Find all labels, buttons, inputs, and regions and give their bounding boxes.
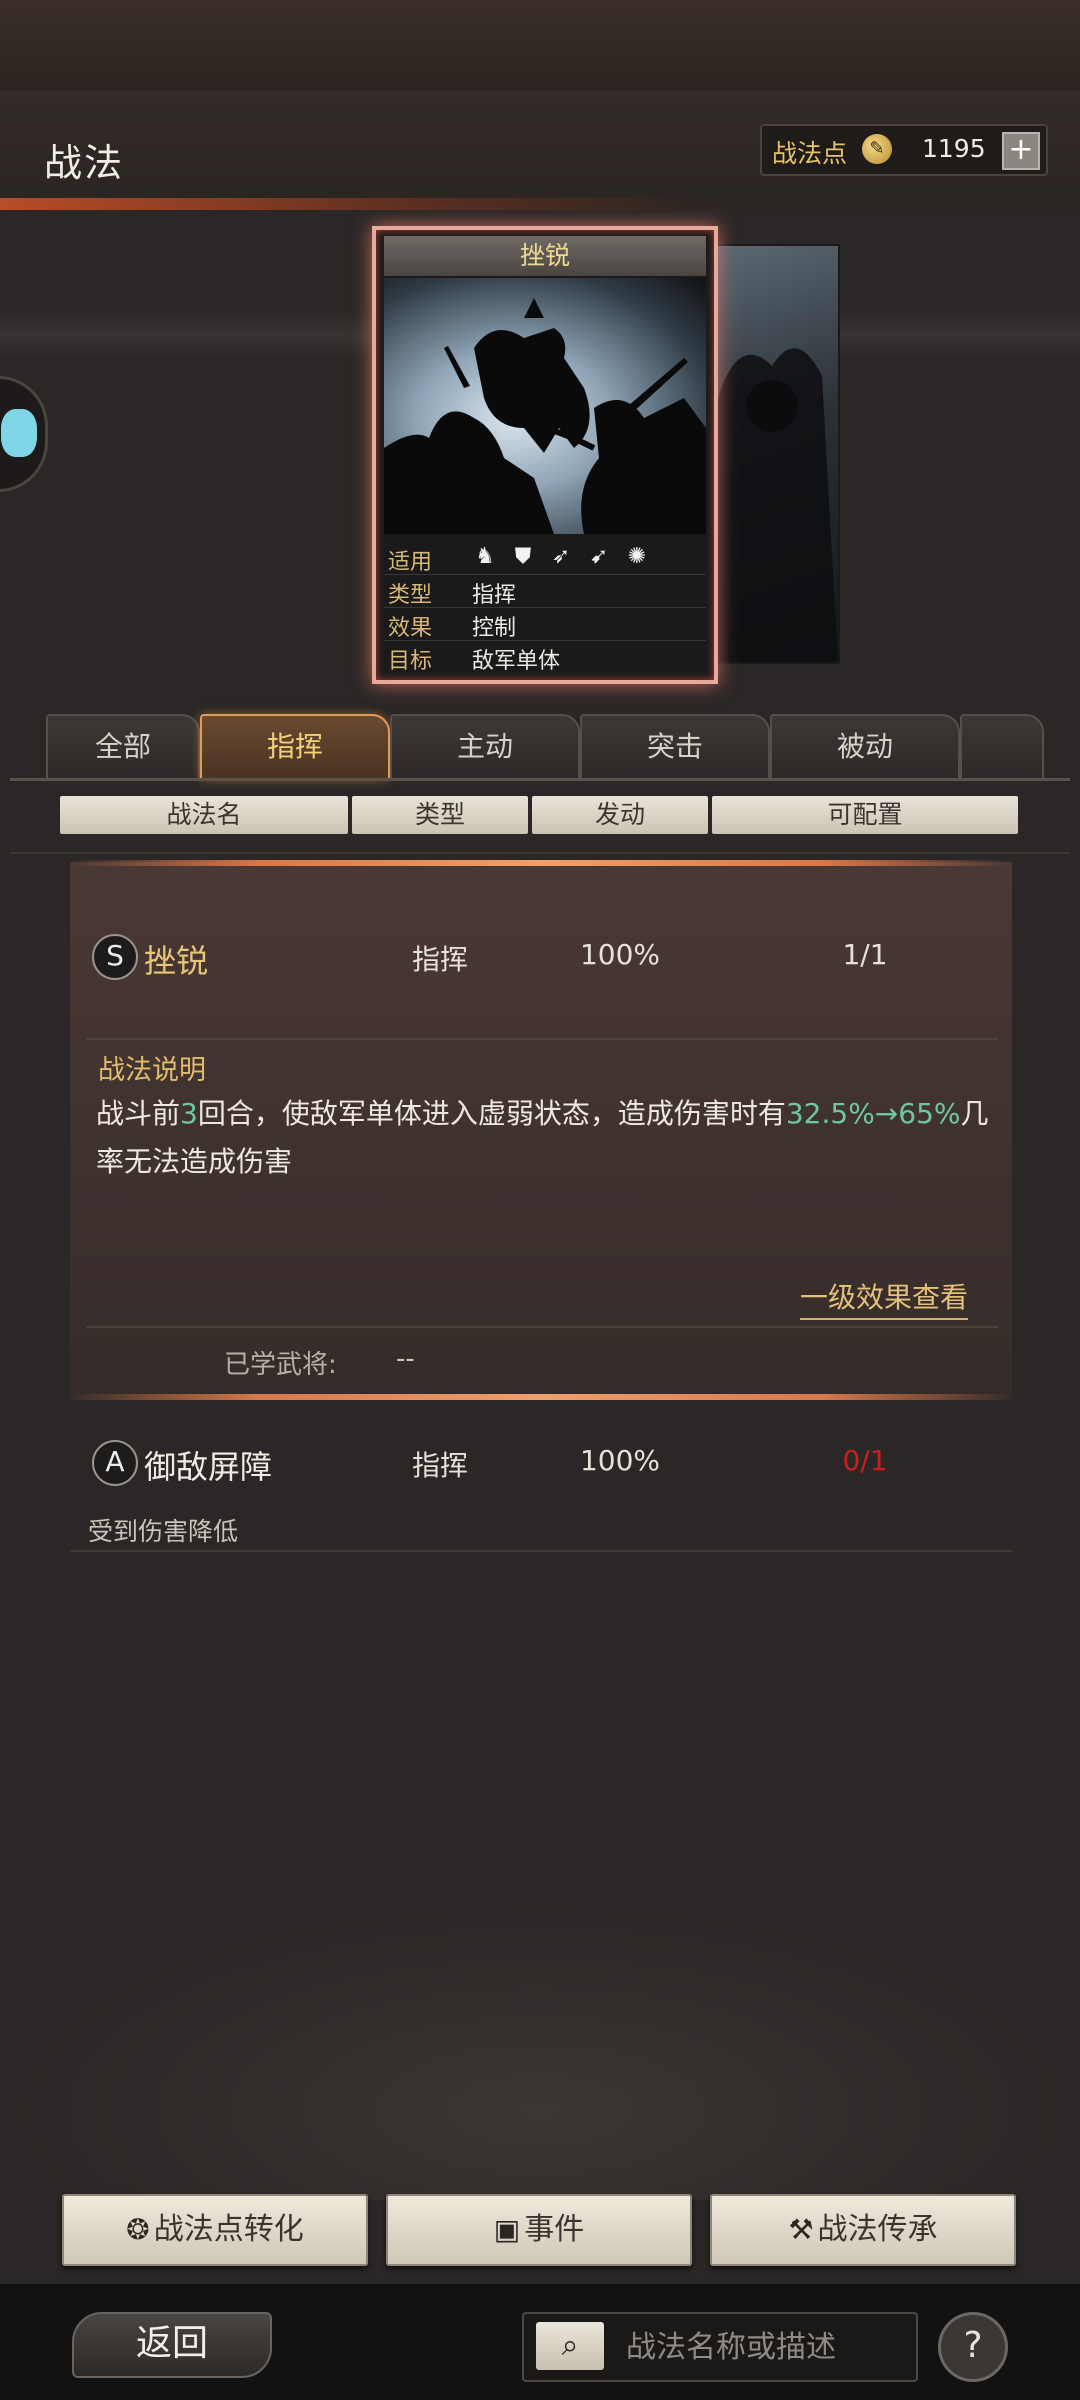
card-back — [700, 244, 840, 664]
skill-rate: 100% — [579, 1444, 661, 1477]
row-divider — [70, 1550, 1012, 1552]
card-key: 效果 — [388, 616, 433, 641]
events-button[interactable]: ▣ 事件 — [386, 2194, 692, 2266]
hammer-icon: ⚒ — [788, 2213, 814, 2246]
event-icon: ▣ — [493, 2213, 521, 2246]
button-label: 战法点转化 — [153, 2212, 304, 2247]
skill-points-box: 战法点 ✎ 1195 + — [760, 124, 1048, 176]
skill-type: 指挥 — [411, 943, 468, 976]
card-key: 目标 — [388, 649, 433, 674]
skill-card[interactable]: 挫锐 适用 ♞ ⛊ ➶ ➹ ✺ 类型 指挥 效果 控制 目标 敌军单体 — [372, 226, 718, 684]
side-avatar-button[interactable] — [0, 376, 48, 492]
tab-all[interactable]: 全部 — [46, 714, 200, 780]
back-button[interactable]: 返回 — [72, 2312, 272, 2378]
tab-assault[interactable]: 突击 — [580, 714, 770, 780]
shield-icon: ⛊ — [514, 544, 532, 569]
skill-type: 指挥 — [411, 1449, 468, 1482]
desc-title: 战法说明 — [98, 1055, 206, 1086]
col-config[interactable]: 可配置 — [712, 796, 1018, 834]
header-divider — [10, 852, 1070, 854]
card-artwork — [384, 278, 706, 534]
card-value: 指挥 — [472, 583, 517, 608]
grade-badge: A — [92, 1440, 138, 1486]
selection-glow-bottom — [70, 1394, 1012, 1400]
card-row-units: 适用 ♞ ⛊ ➶ ➹ ✺ — [384, 542, 706, 575]
unit-icons: ♞ ⛊ ➶ ➹ ✺ — [472, 544, 650, 570]
card-value: 控制 — [472, 616, 517, 641]
desc-highlight: 3 — [180, 1097, 198, 1130]
category-tabs: 全部 指挥 主动 突击 被动 — [46, 714, 1046, 780]
desc-text-part: 战斗前 — [96, 1097, 181, 1130]
help-button[interactable]: ? — [938, 2312, 1008, 2382]
skill-rate: 100% — [579, 938, 661, 971]
header-glow — [0, 198, 700, 210]
skill-subtitle: 受到伤害降低 — [88, 1517, 239, 1546]
skill-name[interactable]: 御敌屏障 — [144, 1442, 272, 1488]
card-row-target: 目标 敌军单体 — [384, 641, 706, 674]
skill-description: 战斗前3回合，使敌军单体进入虚弱状态，造成伤害时有32.5%→65%几率无法造成… — [96, 1090, 1006, 1186]
top-strip — [0, 0, 1080, 90]
search-icon[interactable]: ⌕ — [536, 2322, 604, 2370]
battle-silhouette — [384, 298, 706, 534]
tab-active[interactable]: 主动 — [390, 714, 580, 780]
learned-generals-value: -- — [396, 1344, 415, 1374]
points-value: 1195 — [922, 134, 986, 163]
search-box: ⌕ — [522, 2312, 918, 2382]
button-label: 战法传承 — [817, 2212, 938, 2247]
desc-highlight: 32.5%→65% — [785, 1097, 961, 1130]
points-label: 战法点 — [772, 139, 848, 168]
col-type[interactable]: 类型 — [352, 796, 528, 834]
grade-badge: S — [92, 934, 138, 980]
learned-generals-label: 已学武将: — [224, 1350, 337, 1380]
selection-glow-top — [70, 860, 1012, 866]
search-input[interactable] — [624, 2320, 908, 2374]
skill-name: 挫锐 — [144, 942, 209, 980]
coin-icon: ✎ — [862, 134, 892, 164]
tab-more[interactable] — [960, 714, 1044, 780]
convert-points-button[interactable]: ❂ 战法点转化 — [62, 2194, 368, 2266]
card-info: 适用 ♞ ⛊ ➶ ➹ ✺ 类型 指挥 效果 控制 目标 敌军单体 — [384, 542, 706, 674]
tab-command[interactable]: 指挥 — [200, 714, 390, 780]
skill-config: 0/1 — [842, 1444, 888, 1477]
col-name[interactable]: 战法名 — [60, 796, 348, 834]
cavalry-icon: ♞ — [475, 544, 495, 569]
card-row-type: 类型 指挥 — [384, 575, 706, 608]
bottom-actions: ❂ 战法点转化 ▣ 事件 ⚒ 战法传承 — [0, 2194, 1080, 2266]
card-row-effect: 效果 控制 — [384, 608, 706, 641]
desc-text-part: 回合，使敌军单体进入虚弱状态，造成伤害时有 — [197, 1097, 786, 1130]
page-title: 战法 — [44, 141, 125, 185]
card-value: 敌军单体 — [472, 649, 561, 674]
avatar-icon — [1, 409, 37, 457]
skill-config: 1/1 — [842, 938, 888, 971]
row-divider — [86, 1038, 998, 1040]
coin-icon: ❂ — [126, 2213, 150, 2246]
col-rate[interactable]: 发动 — [532, 796, 708, 834]
card-key: 类型 — [388, 583, 433, 608]
spear-icon: ➹ — [589, 544, 609, 569]
card-title: 挫锐 — [384, 236, 706, 276]
row-divider — [86, 1326, 998, 1328]
chariot-icon: ✺ — [627, 544, 647, 569]
button-label: 事件 — [524, 2212, 585, 2247]
bow-icon: ➶ — [551, 544, 571, 569]
inherit-skill-button[interactable]: ⚒ 战法传承 — [710, 2194, 1016, 2266]
level-one-effect-link[interactable]: 一级效果查看 — [800, 1276, 969, 1320]
background-art — [0, 1900, 1080, 2200]
card-back-art — [702, 348, 838, 662]
card-key: 适用 — [388, 550, 433, 575]
add-points-button[interactable]: + — [1002, 132, 1040, 170]
tabs-divider — [10, 778, 1070, 781]
tab-passive[interactable]: 被动 — [770, 714, 960, 780]
